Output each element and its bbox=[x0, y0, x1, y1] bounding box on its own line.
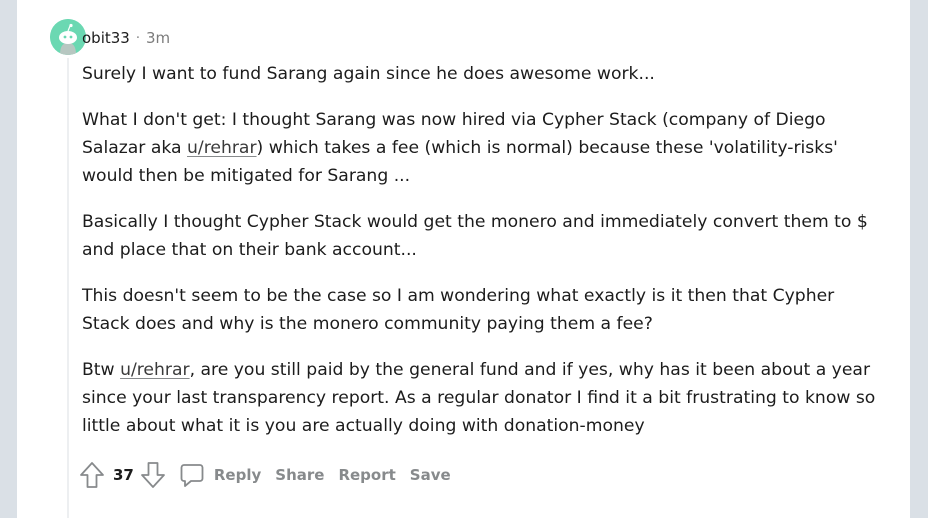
user-mention-link[interactable]: u/rehrar bbox=[187, 138, 257, 158]
meta-separator: · bbox=[135, 30, 140, 46]
comment-paragraph: Basically I thought Cypher Stack would g… bbox=[82, 208, 882, 264]
speech-bubble-icon bbox=[179, 462, 205, 488]
upvote-arrow-icon bbox=[80, 462, 104, 488]
save-label: Save bbox=[409, 466, 451, 484]
paragraph-text: Basically I thought Cypher Stack would g… bbox=[82, 212, 868, 260]
report-button[interactable]: Report bbox=[338, 466, 395, 484]
comment-timestamp[interactable]: 3m bbox=[146, 29, 170, 47]
comment-body: Surely I want to fund Sarang again since… bbox=[82, 60, 882, 458]
user-mention-link[interactable]: u/rehrar bbox=[120, 360, 190, 380]
comment-paragraph: Surely I want to fund Sarang again since… bbox=[82, 60, 882, 88]
downvote-button[interactable] bbox=[139, 461, 167, 489]
upvote-button[interactable] bbox=[78, 461, 106, 489]
author-username[interactable]: obit33 bbox=[82, 29, 130, 47]
comment-paragraph: What I don't get: I thought Sarang was n… bbox=[82, 106, 882, 190]
comment-header: obit33 · 3m bbox=[82, 27, 170, 49]
vote-score: 37 bbox=[113, 466, 134, 484]
downvote-arrow-icon bbox=[140, 462, 165, 488]
paragraph-text: Surely I want to fund Sarang again since… bbox=[82, 64, 655, 84]
share-label: Share bbox=[275, 466, 325, 484]
reply-button[interactable]: Reply bbox=[179, 462, 261, 488]
reply-label: Reply bbox=[213, 466, 262, 484]
report-label: Report bbox=[338, 466, 396, 484]
share-button[interactable]: Share bbox=[275, 466, 324, 484]
save-button[interactable]: Save bbox=[410, 466, 451, 484]
snoo-avatar-icon bbox=[50, 19, 86, 55]
paragraph-text: , are you still paid by the general fund… bbox=[82, 360, 876, 436]
paragraph-text: Btw bbox=[82, 360, 121, 380]
thread-line[interactable] bbox=[67, 58, 69, 518]
paragraph-text: This doesn't seem to be the case so I am… bbox=[82, 286, 835, 334]
avatar[interactable] bbox=[50, 19, 86, 55]
comment-action-bar: 37 Reply Share Report Save bbox=[78, 459, 451, 491]
comment-paragraph: This doesn't seem to be the case so I am… bbox=[82, 282, 882, 338]
comment-paragraph: Btw u/rehrar, are you still paid by the … bbox=[82, 356, 882, 440]
